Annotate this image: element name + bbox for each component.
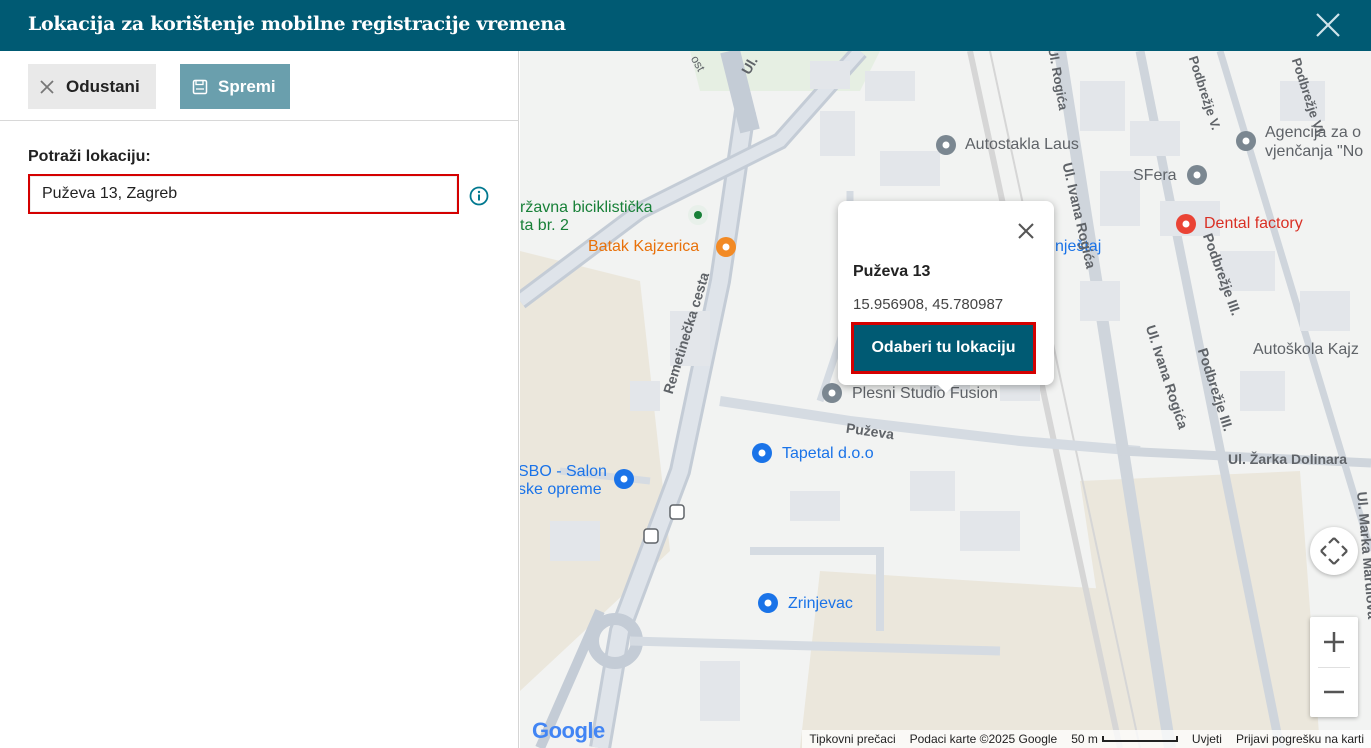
zoom-controls — [1310, 617, 1358, 717]
map[interactable]: Autostakla Laus Agencija za o vjenčanja … — [520, 51, 1371, 748]
poi-label[interactable]: Autostakla Laus — [965, 136, 1079, 154]
street-label: Ul. Žarka Dolinara — [1228, 451, 1348, 467]
poi-label[interactable]: ske opreme — [520, 481, 602, 499]
poi-label[interactable]: Tapetal d.o.o — [782, 445, 874, 463]
search-label: Potraži lokaciju: — [28, 148, 151, 165]
keyboard-shortcuts-link[interactable]: Tipkovni prečaci — [802, 732, 902, 746]
map-data-label: Podaci karte ©2025 Google — [909, 732, 1058, 746]
report-error-link[interactable]: Prijavi pogrešku na karti — [1229, 732, 1371, 746]
cancel-button-label: Odustani — [66, 76, 140, 96]
poi-label[interactable]: ta br. 2 — [520, 217, 569, 235]
info-icon[interactable] — [469, 186, 489, 206]
save-button-label: Spremi — [218, 76, 276, 96]
save-button[interactable]: Spremi — [180, 64, 290, 109]
search-input[interactable] — [28, 174, 459, 214]
poi-label[interactable]: ržavna biciklistička — [520, 199, 652, 217]
popup-title: Puževa 13 — [853, 263, 931, 280]
poi-label[interactable]: vjenčanja "No — [1265, 143, 1363, 161]
scale-bar — [1101, 736, 1178, 742]
move-icon — [1320, 537, 1348, 565]
poi-label[interactable]: Dental factory — [1204, 215, 1303, 233]
poi-label[interactable]: Batak Kajzerica — [588, 238, 699, 256]
close-icon — [40, 79, 54, 94]
pan-control-button[interactable] — [1310, 527, 1358, 575]
map-attribution: Tipkovni prečaci Podaci karte ©2025 Goog… — [802, 730, 1371, 748]
popup-coordinates: 15.956908, 45.780987 — [853, 296, 1004, 313]
cancel-button[interactable]: Odustani — [28, 64, 156, 109]
zoom-in-icon[interactable] — [1310, 617, 1358, 667]
google-logo-text: Google — [532, 718, 605, 743]
dialog-title: Lokacija za korištenje mobilne registrac… — [28, 13, 566, 35]
left-panel: Odustani Spremi Potraži lokaciju: — [0, 51, 519, 748]
poi-label[interactable]: SBO - Salon — [520, 463, 607, 481]
close-icon[interactable] — [1313, 10, 1343, 40]
toolbar: Odustani Spremi — [0, 51, 519, 121]
select-location-button[interactable]: Odaberi tu lokaciju — [851, 322, 1036, 374]
dialog-header: Lokacija za korištenje mobilne registrac… — [0, 0, 1371, 51]
location-popup: Puževa 13 15.956908, 45.780987 Odaberi t… — [838, 201, 1054, 393]
scale-label[interactable]: 50 m — [1064, 732, 1185, 746]
select-location-label: Odaberi tu lokaciju — [871, 339, 1016, 356]
scale-value: 50 m — [1071, 732, 1098, 746]
save-icon — [192, 79, 208, 94]
poi-label[interactable]: SFera — [1133, 167, 1177, 185]
google-logo: Google — [532, 718, 605, 744]
terms-link[interactable]: Uvjeti — [1185, 732, 1229, 746]
popup-close-icon[interactable] — [1016, 221, 1036, 241]
poi-label[interactable]: Plesni Studio Fusion — [852, 385, 998, 403]
poi-label[interactable]: Zrinjevac — [788, 595, 853, 613]
zoom-out-icon[interactable] — [1310, 667, 1358, 717]
poi-label[interactable]: Autoškola Kajz — [1253, 341, 1359, 359]
